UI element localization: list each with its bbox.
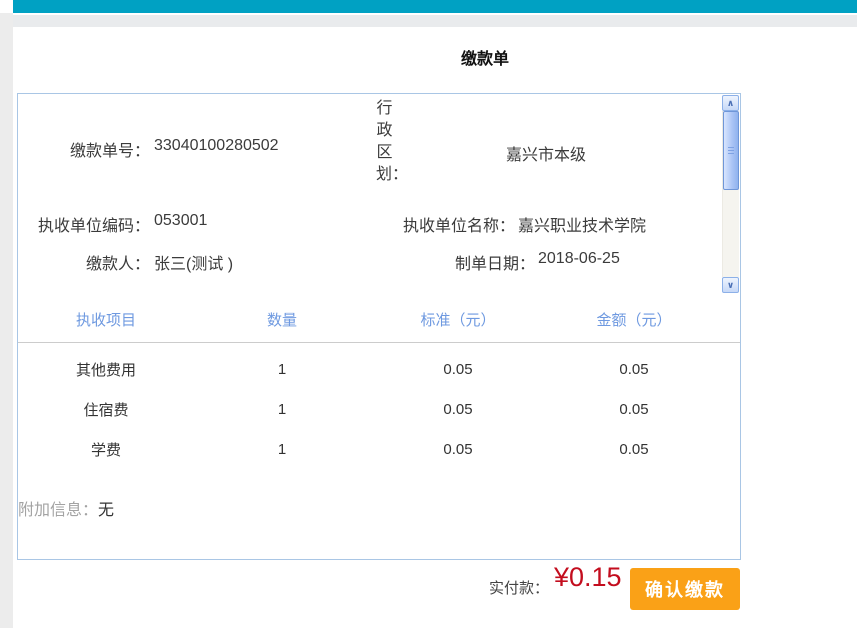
date-label: 制单日期： (402, 250, 535, 274)
payer-value: 张三(测试 ) (154, 250, 233, 274)
top-banner (13, 0, 857, 13)
scroll-up-button[interactable]: ∧ (722, 95, 739, 111)
item-row: 学费 1 0.05 0.05 (18, 429, 722, 469)
sub-banner (13, 15, 857, 27)
scroll-track[interactable] (722, 111, 739, 277)
scroll-thumb[interactable] (723, 111, 739, 190)
unit-code-label: 执收单位编码： (18, 212, 150, 236)
payment-no-value: 33040100280502 (154, 137, 279, 155)
table-divider (18, 342, 740, 343)
item-amount: 0.05 (546, 441, 722, 458)
payer-label: 缴款人： (18, 250, 150, 274)
scroll-down-icon: ∨ (727, 280, 734, 290)
left-gutter (0, 13, 13, 628)
header-item: 执收项目 (18, 309, 194, 330)
item-quantity: 1 (194, 361, 370, 378)
payment-no-label: 缴款单号： (18, 137, 150, 161)
item-standard: 0.05 (370, 361, 546, 378)
extra-info-label: 附加信息： (18, 502, 98, 519)
item-amount: 0.05 (546, 401, 722, 418)
unit-name-label: 执收单位名称： (382, 212, 515, 236)
header-standard: 标准（元） (370, 309, 546, 330)
scroll-down-button[interactable]: ∨ (722, 277, 739, 293)
extra-info-value: 无 (98, 502, 114, 519)
items-table-body: 其他费用 1 0.05 0.05 住宿费 1 0.05 0.05 学费 1 0.… (18, 349, 722, 469)
item-name: 其他费用 (18, 359, 194, 380)
header-quantity: 数量 (194, 309, 370, 330)
item-quantity: 1 (194, 441, 370, 458)
item-row: 住宿费 1 0.05 0.05 (18, 389, 722, 429)
scroll-up-icon: ∧ (727, 98, 734, 108)
item-standard: 0.05 (370, 401, 546, 418)
item-standard: 0.05 (370, 441, 546, 458)
items-header-row: 执收项目 数量 标准（元） 金额（元） (18, 296, 722, 342)
item-name: 学费 (18, 439, 194, 460)
header-amount: 金额（元） (546, 309, 722, 330)
item-amount: 0.05 (546, 361, 722, 378)
unit-name-value: 嘉兴职业技术学院 (518, 212, 646, 236)
paid-amount: ¥0.15 (554, 562, 622, 593)
paid-label: 实付款： (489, 577, 549, 598)
region-value: 嘉兴市本级 (386, 141, 706, 165)
item-quantity: 1 (194, 401, 370, 418)
confirm-payment-button[interactable]: 确认缴款 (630, 568, 740, 610)
extra-info: 附加信息：无 (18, 496, 114, 520)
scroll-thumb-grip (728, 147, 734, 155)
date-value: 2018-06-25 (538, 250, 620, 268)
unit-code-value: 053001 (154, 212, 207, 230)
scrollbar[interactable]: ∧ ∨ (722, 95, 739, 293)
page-title: 缴款单 (385, 45, 585, 69)
bill-panel: 缴款单号： 33040100280502 行政区划： 嘉兴市本级 执收单位编码：… (17, 93, 741, 560)
item-name: 住宿费 (18, 399, 194, 420)
page: 缴款单 缴款单号： 33040100280502 行政区划： 嘉兴市本级 执收单… (0, 0, 857, 628)
item-row: 其他费用 1 0.05 0.05 (18, 349, 722, 389)
